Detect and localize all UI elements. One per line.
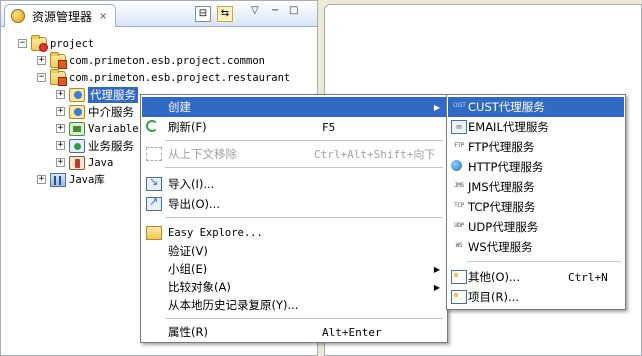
maximize-icon[interactable]: □: [289, 5, 298, 16]
tree-item-common-package[interactable]: + com.primeton.esb.project.common: [37, 51, 265, 69]
context-menu: 创建 ▶ 刷新(F) F5 从上下文移除 Ctrl+Alt+Shift+向下 导…: [140, 94, 448, 343]
menu-item-create[interactable]: 创建 ▶: [142, 97, 446, 117]
tree-item-restaurant-package[interactable]: − com.primeton.esb.project.restaurant: [37, 68, 291, 86]
tree-item-label: 代理服务: [88, 86, 138, 103]
menu-separator: [467, 261, 621, 262]
new-project-icon: [451, 290, 467, 304]
refresh-icon: [146, 120, 158, 132]
package-icon: [50, 68, 67, 86]
tree-item-business-service[interactable]: + 业务服务: [56, 137, 134, 154]
email-icon: ✉: [451, 120, 467, 134]
menu-item-restore-local-history[interactable]: 从本地历史记录复原(Y)...: [142, 295, 446, 315]
tree-item-label: com.primeton.esb.project.restaurant: [69, 71, 291, 84]
collapse-all-icon[interactable]: ⊟: [195, 6, 211, 22]
link-with-editor-icon[interactable]: ⇆: [217, 6, 233, 22]
tree-item-variable[interactable]: + Variable: [56, 120, 139, 137]
tcp-icon: TCP: [454, 202, 464, 209]
folder-project-icon: [31, 34, 48, 52]
view-title: 资源管理器: [32, 9, 93, 24]
expand-icon[interactable]: +: [56, 141, 65, 150]
expand-icon[interactable]: +: [56, 158, 65, 167]
library-icon: [50, 172, 66, 187]
submenu-item-http-proxy[interactable]: HTTP代理服务: [448, 157, 624, 177]
tree-item-label: Java库: [69, 174, 105, 186]
tree-item-proxy-service[interactable]: + 代理服务: [56, 86, 138, 103]
create-submenu: CUST CUST代理服务 ✉ EMAIL代理服务 FTP FTP代理服务 HT…: [446, 94, 626, 310]
package-icon: [50, 51, 67, 69]
menu-item-refresh[interactable]: 刷新(F) F5: [142, 117, 446, 137]
submenu-item-tcp-proxy[interactable]: TCP TCP代理服务: [448, 197, 624, 217]
menu-item-import[interactable]: 导入(I)...: [142, 174, 446, 194]
import-icon: [146, 175, 162, 191]
submenu-item-ws-proxy[interactable]: WS WS代理服务: [448, 237, 624, 257]
workspace-icon: [11, 9, 25, 23]
expand-icon[interactable]: +: [37, 56, 46, 65]
remove-context-icon: [146, 147, 162, 161]
cust-icon: CUST: [452, 102, 466, 109]
submenu-item-jms-proxy[interactable]: JMS JMS代理服务: [448, 177, 624, 197]
submenu-arrow-icon: ▶: [433, 264, 440, 274]
tree-item-label: com.primeton.esb.project.common: [69, 54, 265, 67]
submenu-item-cust-proxy[interactable]: CUST CUST代理服务: [448, 97, 624, 117]
menu-item-export[interactable]: 导出(O)...: [142, 194, 446, 214]
variable-icon: [69, 121, 85, 136]
business-service-icon: [69, 138, 85, 153]
menu-item-easy-explore[interactable]: Easy Explore...: [142, 223, 446, 243]
ws-icon: WS: [455, 242, 463, 249]
menu-separator: [165, 140, 443, 141]
menu-item-validate[interactable]: 验证(V): [142, 241, 446, 261]
menu-separator: [165, 217, 443, 218]
tree-item-java[interactable]: + Java: [56, 154, 113, 171]
jms-icon: JMS: [454, 182, 464, 189]
udp-icon: UDP: [454, 222, 464, 229]
tree-item-project[interactable]: − project: [18, 34, 95, 52]
submenu-item-other[interactable]: 其他(O)... Ctrl+N: [448, 267, 624, 287]
tree-item-mediation-service[interactable]: + 中介服务: [56, 103, 134, 120]
view-header: 资源管理器 × ⊟ ⇆ ▽ − □: [1, 1, 317, 27]
collapse-icon[interactable]: −: [37, 73, 46, 82]
globe-icon: [451, 160, 462, 171]
expand-icon[interactable]: +: [56, 107, 65, 116]
menu-item-remove-from-context[interactable]: 从上下文移除 Ctrl+Alt+Shift+向下: [142, 144, 446, 164]
tree-item-java-library[interactable]: + Java库: [37, 171, 105, 188]
submenu-arrow-icon: ▶: [433, 102, 440, 112]
view-tab-resource-explorer[interactable]: 资源管理器 ×: [4, 4, 117, 27]
tree-item-label: Variable: [88, 122, 139, 135]
mediation-service-icon: [69, 104, 85, 119]
view-menu-icon[interactable]: ▽: [251, 5, 259, 16]
proxy-service-icon: [69, 87, 85, 102]
submenu-item-ftp-proxy[interactable]: FTP FTP代理服务: [448, 137, 624, 157]
submenu-item-email-proxy[interactable]: ✉ EMAIL代理服务: [448, 117, 624, 137]
expand-icon[interactable]: +: [56, 90, 65, 99]
menu-item-team[interactable]: 小组(E) ▶: [142, 259, 446, 279]
submenu-item-udp-proxy[interactable]: UDP UDP代理服务: [448, 217, 624, 237]
menu-separator: [165, 318, 443, 319]
menu-item-compare-with[interactable]: 比较对象(A) ▶: [142, 277, 446, 297]
minimize-icon[interactable]: −: [271, 5, 279, 16]
tree-item-label: 中介服务: [88, 104, 134, 119]
ftp-icon: FTP: [454, 142, 464, 149]
submenu-arrow-icon: ▶: [433, 282, 440, 292]
export-icon: [146, 195, 162, 211]
easy-explore-icon: [146, 226, 162, 240]
menu-item-properties[interactable]: 属性(R) Alt+Enter: [142, 322, 446, 342]
menu-separator: [165, 167, 443, 168]
expand-icon[interactable]: +: [56, 124, 65, 133]
expand-icon[interactable]: +: [37, 175, 46, 184]
tree-item-label: 业务服务: [88, 138, 134, 153]
close-icon[interactable]: ×: [99, 11, 107, 22]
submenu-item-project[interactable]: 项目(R)...: [448, 287, 624, 307]
collapse-icon[interactable]: −: [18, 39, 27, 48]
java-icon: [69, 155, 85, 170]
tree-item-label: Java: [88, 156, 114, 169]
new-wizard-icon: [451, 270, 467, 284]
tree-item-label: project: [50, 37, 95, 50]
